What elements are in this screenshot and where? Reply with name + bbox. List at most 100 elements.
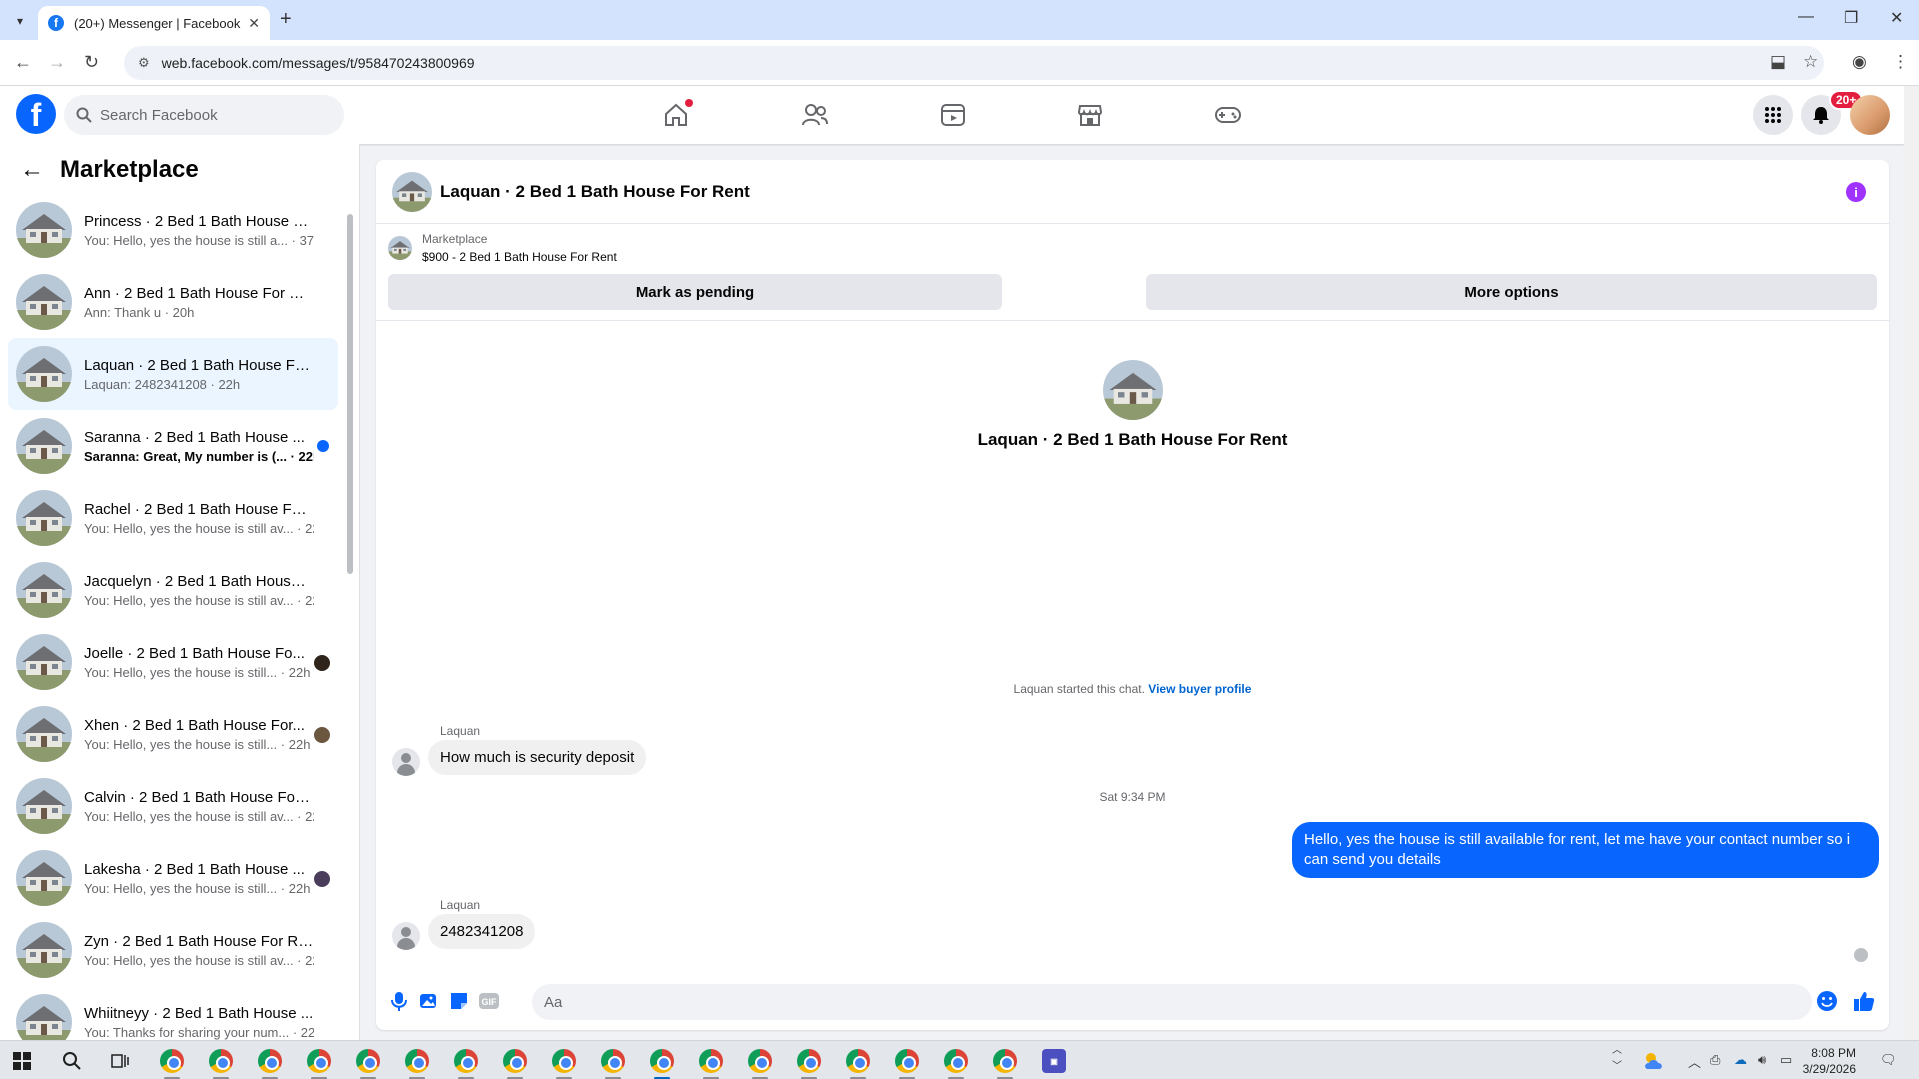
- onedrive-icon[interactable]: ☁: [1734, 1052, 1747, 1068]
- listing-summary[interactable]: Marketplace $900 - 2 Bed 1 Bath House Fo…: [388, 232, 617, 264]
- chrome-taskbar-icon[interactable]: [305, 1047, 333, 1075]
- browser-tab[interactable]: f (20+) Messenger | Facebook ✕: [38, 6, 270, 40]
- listing-thumbnail: [388, 236, 412, 260]
- outgoing-message[interactable]: Hello, yes the house is still available …: [1292, 822, 1879, 878]
- app-icon[interactable]: ▣: [1040, 1047, 1068, 1075]
- chrome-taskbar-icon[interactable]: [991, 1047, 1019, 1075]
- task-view-icon[interactable]: [106, 1047, 134, 1075]
- conversation-item[interactable]: Princess · 2 Bed 1 Bath House Fo... You: …: [8, 194, 338, 266]
- chrome-taskbar-icon[interactable]: [354, 1047, 382, 1075]
- sender-avatar[interactable]: [392, 922, 420, 950]
- conversation-item[interactable]: Lakesha · 2 Bed 1 Bath House ... You: Hel…: [8, 842, 338, 914]
- chrome-taskbar-icon[interactable]: [501, 1047, 529, 1075]
- windows-start-icon[interactable]: [8, 1047, 36, 1075]
- window-close-icon[interactable]: ✕: [1890, 8, 1903, 28]
- conversation-item[interactable]: Zyn · 2 Bed 1 Bath House For Rent You: He…: [8, 914, 338, 986]
- conversation-snippet: You: Thanks for sharing your num... · 22…: [84, 1024, 314, 1040]
- taskbar-search-icon[interactable]: [58, 1047, 86, 1075]
- minimize-icon[interactable]: —: [1798, 8, 1814, 26]
- clock[interactable]: 8:08 PM 3/29/2026: [1796, 1045, 1856, 1077]
- tray-overflow-icon[interactable]: ︿: [1688, 1052, 1701, 1071]
- incoming-message[interactable]: How much is security deposit: [428, 740, 647, 775]
- chrome-taskbar-icon[interactable]: [403, 1047, 431, 1075]
- sender-avatar[interactable]: [392, 748, 420, 776]
- message-input[interactable]: [532, 984, 1812, 1020]
- chrome-taskbar-icon[interactable]: [550, 1047, 578, 1075]
- network-icon[interactable]: ▭: [1780, 1052, 1792, 1068]
- view-buyer-profile-link[interactable]: View buyer profile: [1148, 682, 1251, 696]
- sticker-icon[interactable]: [448, 990, 470, 1012]
- chrome-icon: [552, 1049, 576, 1073]
- emoji-icon[interactable]: [1816, 990, 1838, 1012]
- conversation-item[interactable]: Xhen · 2 Bed 1 Bath House For... You: Hel…: [8, 698, 338, 770]
- chrome-taskbar-icon[interactable]: [844, 1047, 872, 1075]
- site-info-icon[interactable]: ⚙: [138, 55, 150, 71]
- browser-menu-icon[interactable]: ⋮: [1892, 52, 1909, 72]
- chrome-taskbar-icon[interactable]: [452, 1047, 480, 1075]
- chrome-taskbar-icon[interactable]: [158, 1047, 186, 1075]
- weather-icon[interactable]: [1640, 1047, 1668, 1075]
- gaming-icon[interactable]: [1213, 100, 1243, 130]
- microphone-icon[interactable]: [388, 990, 410, 1012]
- tab-search-dropdown-icon[interactable]: ▾: [8, 9, 32, 33]
- conversation-item[interactable]: Ann · 2 Bed 1 Bath House For Rent Ann: Th…: [8, 266, 338, 338]
- install-app-icon[interactable]: ⬓: [1770, 52, 1786, 72]
- incoming-message[interactable]: 2482341208: [428, 914, 536, 949]
- marketplace-icon[interactable]: [1075, 100, 1105, 130]
- url-field[interactable]: ⚙ web.facebook.com/messages/t/9584702438…: [124, 46, 1824, 80]
- conversation-item[interactable]: Laquan · 2 Bed 1 Bath House For... Laquan…: [8, 338, 338, 410]
- gif-icon[interactable]: GIF: [478, 990, 500, 1012]
- app-icon-glyph: ▣: [1042, 1049, 1066, 1073]
- restore-icon[interactable]: ❐: [1844, 8, 1858, 28]
- conversation-item[interactable]: Saranna · 2 Bed 1 Bath House ... Saranna:…: [8, 410, 338, 482]
- photo-icon[interactable]: [418, 990, 440, 1012]
- chrome-taskbar-icon[interactable]: [648, 1047, 676, 1075]
- bookmark-star-icon[interactable]: ☆: [1803, 52, 1818, 72]
- conversation-item[interactable]: Whiitneyy · 2 Bed 1 Bath House ... You: T…: [8, 986, 338, 1040]
- svg-text:GIF: GIF: [482, 997, 498, 1007]
- more-options-button[interactable]: More options: [1146, 274, 1877, 310]
- conversation-item[interactable]: Calvin · 2 Bed 1 Bath House For ... You: …: [8, 770, 338, 842]
- thumbs-up-icon[interactable]: [1853, 990, 1875, 1012]
- conversation-item[interactable]: Jacquelyn · 2 Bed 1 Bath House ... You: H…: [8, 554, 338, 626]
- profile-icon[interactable]: ◉: [1852, 52, 1867, 72]
- mark-as-pending-button[interactable]: Mark as pending: [388, 274, 1002, 310]
- volume-icon[interactable]: 🔊︎: [1758, 1052, 1766, 1068]
- conversation-info-icon[interactable]: i: [1846, 182, 1866, 202]
- notification-center-icon[interactable]: 🗨︎: [1880, 1052, 1897, 1068]
- device-icon[interactable]: ⎙: [1710, 1052, 1720, 1068]
- conversation-item[interactable]: Joelle · 2 Bed 1 Bath House Fo... You: He…: [8, 626, 338, 698]
- search-box[interactable]: [64, 95, 344, 135]
- friends-icon[interactable]: [800, 100, 830, 130]
- chrome-taskbar-icon[interactable]: [893, 1047, 921, 1075]
- tab-close-icon[interactable]: ✕: [248, 15, 260, 32]
- chrome-taskbar-icon[interactable]: [256, 1047, 284, 1075]
- account-avatar[interactable]: [1850, 95, 1890, 135]
- sidebar-header: ← Marketplace: [20, 156, 199, 184]
- video-icon[interactable]: [938, 100, 968, 130]
- menu-grid-icon[interactable]: [1753, 95, 1793, 135]
- sidebar-scrollbar[interactable]: [346, 194, 354, 1034]
- facebook-logo-icon[interactable]: f: [16, 94, 56, 134]
- chrome-taskbar-icon[interactable]: [942, 1047, 970, 1075]
- page-scrollbar[interactable]: [1904, 86, 1919, 1040]
- chrome-taskbar-icon[interactable]: [207, 1047, 235, 1075]
- conversation-name: Jacquelyn · 2 Bed 1 Bath House ...: [84, 572, 314, 590]
- chrome-taskbar-icon[interactable]: [795, 1047, 823, 1075]
- forward-icon[interactable]: →: [48, 52, 66, 73]
- search-input[interactable]: [100, 106, 320, 124]
- chat-listing-thumbnail[interactable]: [392, 171, 432, 212]
- sidebar-scroll-thumb[interactable]: [347, 214, 353, 574]
- conversation-thumbnail: [16, 346, 72, 402]
- back-arrow-icon[interactable]: ←: [20, 156, 44, 184]
- chat-title[interactable]: Laquan · 2 Bed 1 Bath House For Rent: [440, 182, 750, 202]
- chrome-icon: [160, 1049, 184, 1073]
- chrome-taskbar-icon[interactable]: [746, 1047, 774, 1075]
- new-tab-icon[interactable]: +: [280, 8, 292, 31]
- chrome-taskbar-icon[interactable]: [599, 1047, 627, 1075]
- conversation-item[interactable]: Rachel · 2 Bed 1 Bath House For ... You: …: [8, 482, 338, 554]
- chrome-taskbar-icon[interactable]: [697, 1047, 725, 1075]
- back-icon[interactable]: ←: [14, 52, 32, 73]
- reload-icon[interactable]: ↻: [84, 52, 99, 73]
- tray-scroll-arrows-icon[interactable]: ︿ ﹀: [1612, 1043, 1622, 1075]
